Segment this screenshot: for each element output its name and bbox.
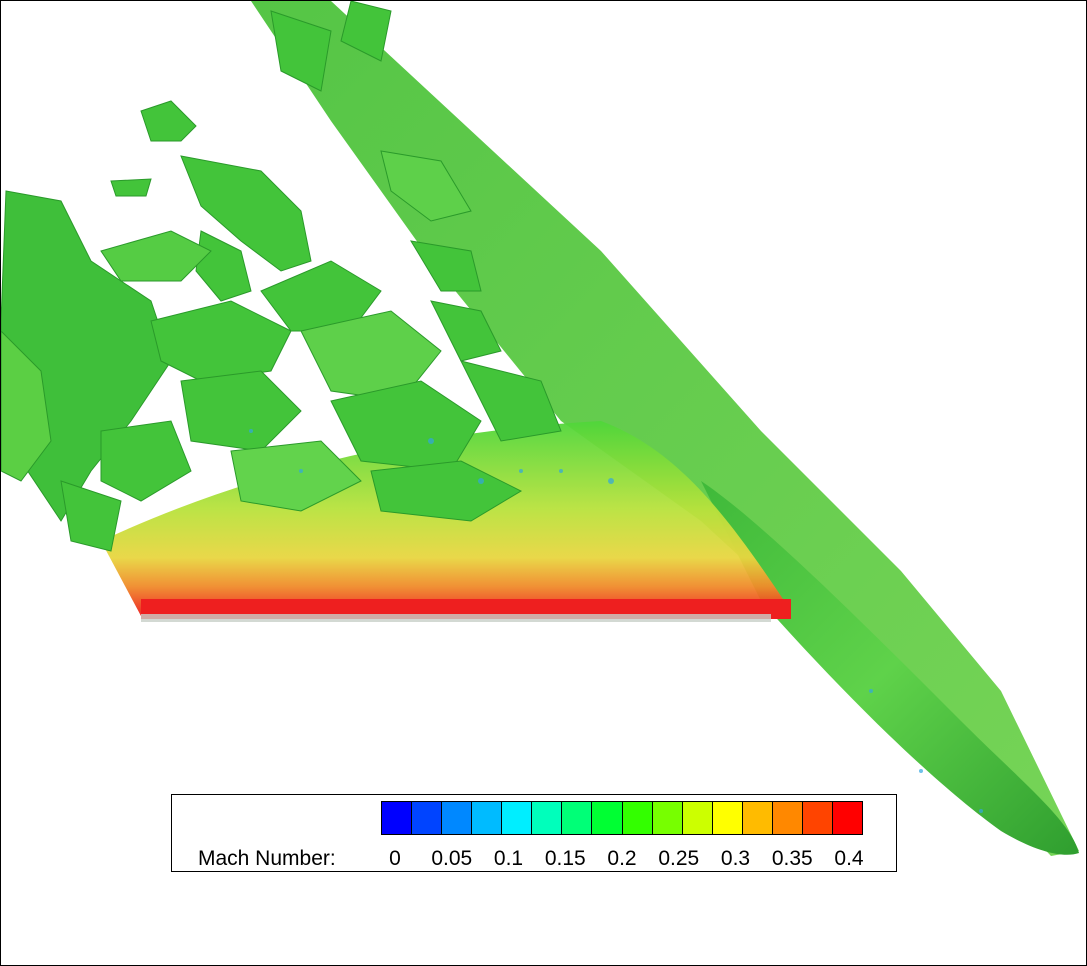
- colorbar-swatch: [832, 802, 862, 834]
- visualization-frame: Mach Number: 0 0.05 0.1 0.15 0.2 0.25 0.3 0.35 0…: [0, 0, 1087, 966]
- vortex-structures: [1, 1, 562, 552]
- colorbar-swatch: [682, 802, 713, 834]
- colorbar-swatch: [502, 802, 533, 834]
- colorbar-tick-label: 0.2: [607, 847, 637, 870]
- colorbar-tick-label: 0.15: [544, 847, 586, 870]
- colorbar-swatch: [802, 802, 833, 834]
- colorbar: [381, 801, 863, 835]
- colorbar-swatch: [382, 802, 413, 834]
- colorbar-swatch: [442, 802, 473, 834]
- colorbar-tick-label: 0: [389, 847, 401, 870]
- colorbar-tick-label: 0.25: [658, 847, 700, 870]
- colorbar-swatch: [562, 802, 593, 834]
- colorbar-swatch: [742, 802, 773, 834]
- colorbar-legend: Mach Number: 0 0.05 0.1 0.15 0.2 0.25 0.3 0.35 0…: [171, 794, 897, 872]
- colorbar-tick-label: 0.3: [720, 847, 751, 870]
- colorbar-swatch: [592, 802, 623, 834]
- colorbar-swatch: [532, 802, 563, 834]
- colorbar-tick-label: 0.1: [493, 847, 524, 870]
- colorbar-swatch: [652, 802, 683, 834]
- colorbar-tick-label: 0.35: [771, 847, 813, 870]
- colorbar-tick-label: 0.4: [834, 847, 864, 870]
- legend-label: Mach Number:: [198, 847, 336, 870]
- colorbar-swatch: [472, 802, 503, 834]
- colorbar-tick-label: 0.05: [431, 847, 473, 870]
- colorbar-swatch: [772, 802, 803, 834]
- colorbar-swatch: [712, 802, 743, 834]
- colorbar-swatch: [622, 802, 653, 834]
- colorbar-swatch: [412, 802, 443, 834]
